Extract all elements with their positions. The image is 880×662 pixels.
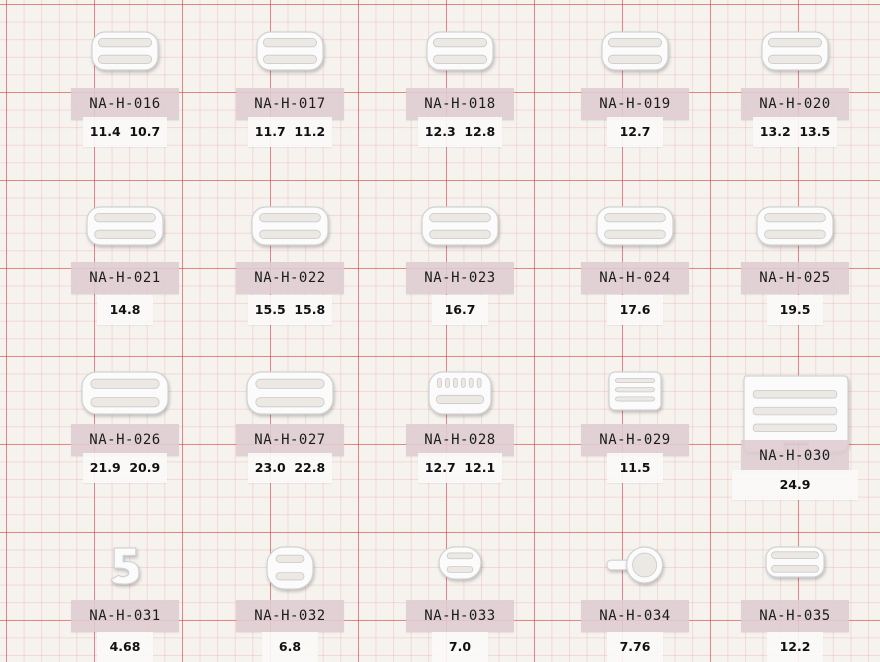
part-code-label: NA-H-022 xyxy=(236,262,344,294)
part-code-label: NA-H-028 xyxy=(406,424,514,456)
size-label: 4.68 xyxy=(97,632,153,662)
part-code-label: NA-H-017 xyxy=(236,88,344,120)
part-code-label: NA-H-027 xyxy=(236,424,344,456)
buckle-strap-8-image xyxy=(765,546,825,578)
buckle-bar-slider-image xyxy=(608,371,662,411)
part-code-label: NA-H-029 xyxy=(581,424,689,456)
part-code-label: NA-H-034 xyxy=(581,600,689,632)
part-code-label: NA-H-026 xyxy=(71,424,179,456)
part-code-label: NA-H-020 xyxy=(741,88,849,120)
size-label: 12.7 xyxy=(607,117,663,147)
size-label: 11.5 xyxy=(607,453,663,483)
size-label: 19.5 xyxy=(767,295,823,325)
part-code-label: NA-H-035 xyxy=(741,600,849,632)
size-label: 17.6 xyxy=(607,295,663,325)
size-label: 6.8 xyxy=(262,632,318,662)
size-label: 15.5 15.8 xyxy=(248,295,332,325)
buckle-ring-image xyxy=(606,546,664,584)
buckle-strap-8-image xyxy=(761,31,829,71)
part-code-label: NA-H-018 xyxy=(406,88,514,120)
size-label: 21.9 20.9 xyxy=(83,453,167,483)
size-label: 24.9 xyxy=(732,470,858,500)
part-code-label: NA-H-019 xyxy=(581,88,689,120)
part-code-label: NA-H-021 xyxy=(71,262,179,294)
size-label: 11.4 10.7 xyxy=(83,117,167,147)
buckle-strap-8-image xyxy=(81,371,169,415)
buckle-strap-8-image xyxy=(596,206,674,246)
part-code-label: NA-H-033 xyxy=(406,600,514,632)
part-code-label: NA-H-030 xyxy=(741,440,849,472)
part-code-label: NA-H-025 xyxy=(741,262,849,294)
buckle-strap-8-image xyxy=(246,371,334,415)
buckle-small-8-image xyxy=(266,546,314,590)
size-label: 23.0 22.8 xyxy=(248,453,332,483)
buckle-toothed-slider-image xyxy=(428,371,492,415)
buckle-strap-8-image xyxy=(756,206,834,246)
size-label: 7.76 xyxy=(607,632,663,662)
buckle-strap-8-image xyxy=(601,31,669,71)
buckle-strap-8-image xyxy=(91,31,159,71)
buckle-small-hook-image xyxy=(110,547,140,585)
part-code-label: NA-H-032 xyxy=(236,600,344,632)
buckle-strap-8-image xyxy=(426,31,494,71)
size-label: 12.7 12.1 xyxy=(418,453,502,483)
size-label: 12.3 12.8 xyxy=(418,117,502,147)
buckle-strap-8-image xyxy=(251,206,329,246)
buckle-strap-8-image xyxy=(256,31,324,71)
size-label: 13.2 13.5 xyxy=(753,117,837,147)
size-label: 14.8 xyxy=(97,295,153,325)
part-code-label: NA-H-023 xyxy=(406,262,514,294)
part-code-label: NA-H-024 xyxy=(581,262,689,294)
buckle-small-8-image xyxy=(438,546,482,580)
size-label: 12.2 xyxy=(767,632,823,662)
part-code-label: NA-H-031 xyxy=(71,600,179,632)
size-label: 11.7 11.2 xyxy=(248,117,332,147)
part-code-label: NA-H-016 xyxy=(71,88,179,120)
buckle-strap-8-image xyxy=(421,206,499,246)
size-label: 7.0 xyxy=(432,632,488,662)
size-label: 16.7 xyxy=(432,295,488,325)
buckle-strap-8-image xyxy=(86,206,164,246)
sample-board: NA-H-016 11.4 10.7 NA-H-017 11.7 11.2 NA-H-0… xyxy=(0,0,880,662)
